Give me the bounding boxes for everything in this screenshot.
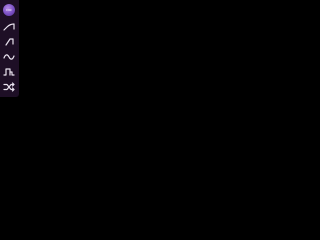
pulse-wave-button[interactable] (2, 67, 16, 77)
avatar[interactable]: Dbt (3, 4, 15, 16)
sine-wave-button[interactable] (2, 52, 16, 62)
avatar-label: Dbt (6, 7, 12, 12)
curve-tool-button[interactable] (2, 22, 16, 32)
curve-tool-icon (3, 23, 15, 31)
ramp-tool-button[interactable] (2, 37, 16, 47)
pulse-wave-icon (3, 68, 15, 76)
ramp-tool-icon (5, 38, 14, 46)
canvas[interactable]: Dbt (0, 0, 320, 240)
shuffle-button[interactable] (2, 82, 16, 92)
sine-wave-icon (3, 54, 15, 60)
shuffle-icon (3, 82, 15, 92)
tool-sidebar: Dbt (0, 0, 19, 97)
